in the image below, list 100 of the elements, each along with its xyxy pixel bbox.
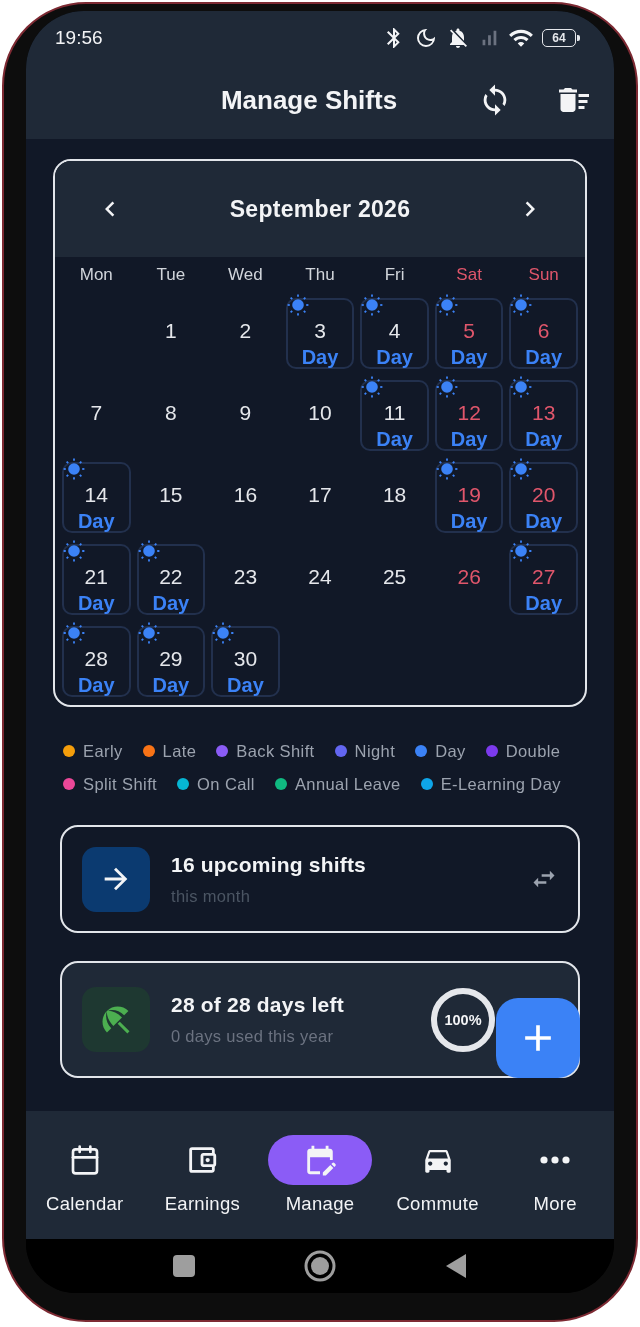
more-icon (540, 1156, 571, 1164)
status-time: 19:56 (55, 27, 103, 49)
day-number: 3 (314, 319, 326, 343)
day-number[interactable]: 17 (308, 483, 332, 507)
weekday-label: Fri (384, 265, 405, 285)
day-number[interactable]: 9 (239, 401, 252, 425)
weekday-label: Sun (528, 265, 559, 285)
day-number[interactable]: 7 (90, 401, 103, 425)
sun-icon (510, 540, 533, 562)
day-number: 6 (537, 319, 550, 343)
shift-label: Day (77, 591, 115, 615)
shift-label: Day (152, 591, 190, 615)
shift-label: Day (450, 509, 488, 533)
day-number: 30 (233, 647, 258, 671)
sun-icon (286, 294, 309, 316)
home-circle-icon[interactable] (304, 1250, 336, 1282)
day-number[interactable]: 8 (165, 401, 177, 425)
page-title: Manage Shifts (220, 84, 398, 116)
legend-label: Early (83, 741, 123, 761)
day-number: 5 (463, 319, 475, 343)
weekday-label: Mon (79, 265, 113, 285)
shift-label: Day (450, 345, 488, 369)
card-title: 28 of 28 days left (171, 993, 345, 1017)
day-number: 13 (532, 401, 556, 425)
day-number[interactable]: 25 (382, 565, 407, 589)
shift-label: Day (227, 673, 264, 697)
nav-tab[interactable]: Calendar (46, 1111, 124, 1215)
moon-icon (414, 26, 438, 50)
day-number: 29 (159, 647, 183, 671)
sun-icon (63, 622, 85, 644)
shift-label: Day (77, 509, 115, 533)
day-number[interactable]: 26 (457, 565, 481, 589)
shift-label: Day (152, 673, 190, 697)
day-number[interactable]: 15 (159, 483, 183, 507)
legend-label: Double (505, 741, 561, 761)
sun-icon (137, 622, 160, 644)
shift-label: Day (525, 345, 563, 369)
day-number[interactable]: 10 (308, 401, 332, 425)
weekday-label: Sat (456, 265, 482, 285)
shift-label: Day (525, 509, 563, 533)
shift-label: Day (376, 345, 413, 369)
day-number: 22 (159, 565, 183, 589)
day-number: 12 (457, 401, 481, 425)
weekday-label: Wed (228, 265, 263, 285)
day-number: 27 (532, 565, 556, 589)
upcoming-shifts-card[interactable]: 16 upcoming shifts this month (60, 825, 580, 933)
day-number: 28 (84, 647, 108, 671)
legend-label: Day (435, 741, 466, 761)
day-number: 19 (457, 483, 481, 507)
sun-icon (63, 458, 85, 480)
arrow-right-icon (82, 846, 150, 912)
card-title: 16 upcoming shifts (171, 852, 367, 877)
back-triangle-icon[interactable] (444, 1253, 468, 1279)
calendar-edit-icon (268, 1135, 372, 1185)
legend-label: Annual Leave (294, 774, 401, 794)
day-number: 14 (84, 483, 108, 507)
day-number[interactable]: 18 (382, 483, 407, 507)
shift-label: Day (525, 427, 563, 451)
annual-leave-card[interactable]: 28 of 28 days left 0 days used this year 100% (60, 961, 580, 1078)
shift-label: Day (525, 591, 563, 615)
nav-tab[interactable]: More (533, 1111, 577, 1215)
sun-icon (510, 376, 533, 398)
sun-icon (435, 376, 458, 398)
sun-icon (212, 622, 235, 644)
legend-label: E-Learning Day (440, 774, 561, 794)
sun-icon (435, 458, 458, 480)
month-title: September 2026 (229, 195, 411, 223)
day-number: 4 (388, 319, 401, 343)
legend-label: Late (162, 741, 197, 761)
day-number[interactable]: 23 (233, 565, 258, 589)
weekday-label: Tue (156, 265, 186, 285)
day-number: 20 (532, 483, 556, 507)
legend-label: Night (354, 741, 396, 761)
sun-icon (361, 376, 384, 398)
day-number[interactable]: 1 (165, 319, 177, 343)
day-number[interactable]: 24 (308, 565, 332, 589)
shift-label: Day (301, 345, 339, 369)
recents-square-icon[interactable] (172, 1254, 196, 1278)
progress-ring (430, 986, 496, 1053)
card-subtitle: 0 days used this year (171, 1027, 335, 1046)
day-number[interactable]: 16 (233, 483, 258, 507)
legend-label: Split Shift (83, 774, 158, 794)
sun-icon (510, 458, 533, 480)
day-number: 21 (84, 565, 108, 589)
legend-label: On Call (197, 774, 255, 794)
nav-tab[interactable]: Manage (268, 1111, 372, 1215)
card-subtitle: this month (171, 886, 252, 906)
sun-icon (510, 294, 533, 316)
weekday-label: Thu (305, 265, 335, 285)
shift-label: Day (77, 673, 115, 697)
umbrella-icon (82, 987, 150, 1052)
add-button[interactable] (496, 998, 580, 1078)
shift-label: Day (376, 427, 413, 451)
shift-label: Day (450, 427, 488, 451)
nav-tab[interactable]: Commute (396, 1111, 479, 1215)
day-number: 11 (383, 401, 406, 425)
sun-icon (137, 540, 160, 562)
nav-tab[interactable]: Earnings (164, 1111, 241, 1215)
day-number[interactable]: 2 (239, 319, 252, 343)
sun-icon (63, 540, 85, 562)
